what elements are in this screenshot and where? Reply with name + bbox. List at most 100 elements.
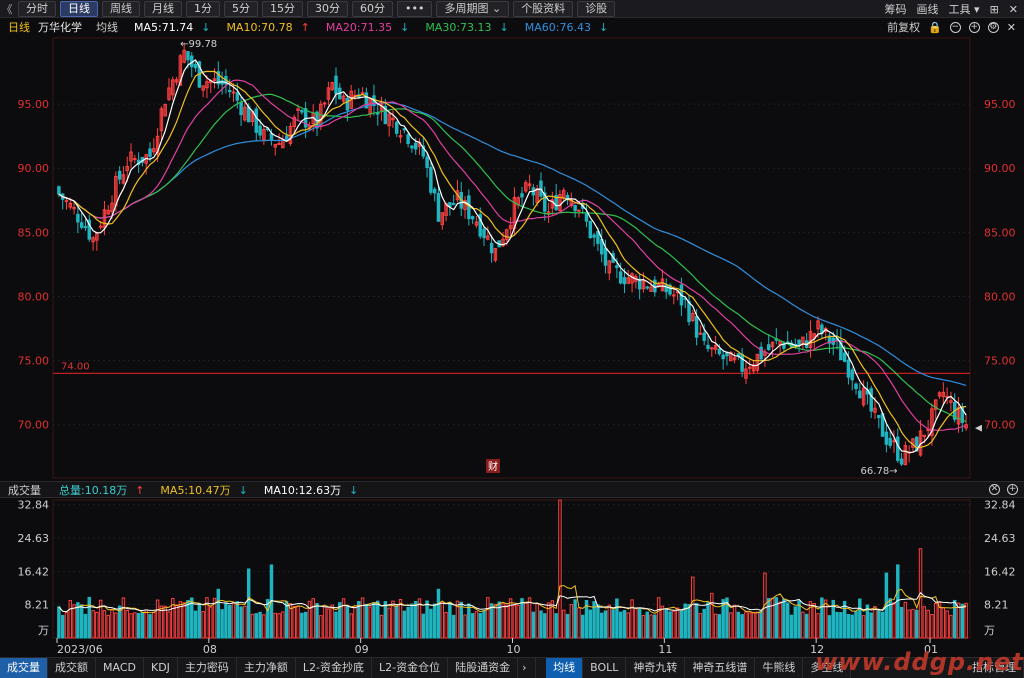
tab-ma[interactable]: 均线 [546,658,584,678]
candle-body [888,437,892,446]
volume-bar [459,601,463,639]
volume-bar [664,608,668,639]
volume-bar [486,597,490,639]
volume-bar [565,613,570,639]
volume-bar [470,613,475,639]
volume-bar [835,611,839,639]
volume-bar [178,601,183,639]
tab-five-line[interactable]: 神奇五线谱 [685,658,756,678]
volume-bar [326,608,331,639]
volume-bar [603,610,608,639]
volume-bar [114,612,118,639]
volume-bar [580,614,585,639]
volume-bar [778,601,782,639]
volume-bar [717,614,722,639]
volume-bar [482,610,486,639]
volume-bar [766,598,771,639]
volume-bar [341,598,346,639]
x-tick-label: 10 [507,643,521,656]
volume-bar [95,611,99,639]
volume-bar [527,597,532,639]
volume-bar [171,598,175,639]
volume-bar [539,610,543,639]
x-tick-label: 09 [355,643,369,656]
volume-bar [410,603,414,639]
volume-bar [934,602,938,639]
candle-body [618,271,623,284]
volume-bar [618,611,623,639]
volume-ma10: MA10:12.63万 ↓ [263,483,359,497]
volume-bar [448,602,452,639]
volume-bar [554,613,558,639]
candle-body [148,148,152,157]
y-tick-label-left: 70.00 [18,419,50,432]
volume-bar [57,606,61,639]
volume-bar [98,599,103,639]
volume-bar [812,603,817,639]
volume-bar [911,608,915,639]
volume-bar [79,604,84,639]
tab-l2-position[interactable]: L2-资金仓位 [372,658,449,678]
tab-l2-bottom[interactable]: L2-资金抄底 [296,658,373,678]
ma20-line [58,79,967,431]
volume-bar [622,610,627,639]
volume-bar [163,605,167,639]
tab-boll[interactable]: BOLL [583,658,627,678]
volume-bar [615,598,619,639]
candle-body [846,359,851,378]
tab-amount[interactable]: 成交额 [48,658,96,678]
tab-main-code[interactable]: 主力密码 [178,658,237,678]
volume-bar [269,564,274,639]
volume-bar [402,610,407,639]
volume-bar [205,597,209,639]
candle-body [717,348,722,355]
tab-northbound[interactable]: 陆股通资金 [448,658,519,678]
tab-macd[interactable]: MACD [96,658,144,678]
tab-volume[interactable]: 成交量 [0,658,48,678]
volume-add-icon[interactable]: + [1007,484,1018,495]
chevron-right-icon[interactable]: › [518,658,537,678]
volume-bar [804,613,809,639]
volume-close-icon[interactable]: ✕ [989,484,1000,495]
candle-body [376,112,380,115]
volume-bar [474,611,479,639]
volume-bar [721,599,725,639]
volume-ma10-line [58,592,967,613]
volume-bar [926,609,930,639]
tab-nine-turn[interactable]: 神奇九转 [626,658,686,678]
volume-bar [489,603,494,639]
volume-bar [144,609,148,639]
tab-main-net[interactable]: 主力净额 [237,658,296,678]
volume-bar [649,614,653,639]
volume-bar [710,592,714,639]
volume-bar [254,613,259,639]
volume-bar [793,606,798,639]
volume-bar [292,606,296,639]
tab-kdj[interactable]: KDJ [144,658,178,678]
candle-body [922,434,927,437]
volume-bar [672,610,676,639]
volume-bar [770,597,775,639]
candle-body [322,102,327,105]
volume-bar [497,601,501,639]
candle-body [603,247,608,266]
volume-bar [907,609,911,639]
volume-bar [820,597,824,639]
volume-tick-right: 24.63 [984,532,1016,545]
candlestick-chart[interactable]: 70.00 70.00 75.00 75.00 80.00 80.00 85.00 85.00… [0,0,1024,480]
fin-badge-label: 财 [488,460,498,473]
volume-bar [937,602,942,639]
volume-bar [744,611,748,639]
volume-bar [216,588,221,639]
candle-body [615,265,619,269]
volume-bar [736,611,741,639]
volume-bar [930,614,934,639]
volume-bar [759,610,763,639]
volume-tick-left: 8.21 [25,599,50,612]
volume-bar [823,599,828,639]
candle-body [83,226,88,229]
tab-bull-bear[interactable]: 牛熊线 [755,658,804,678]
volume-bar [436,588,441,639]
volume-label[interactable]: 成交量 [8,482,41,498]
volume-bar [372,602,376,639]
